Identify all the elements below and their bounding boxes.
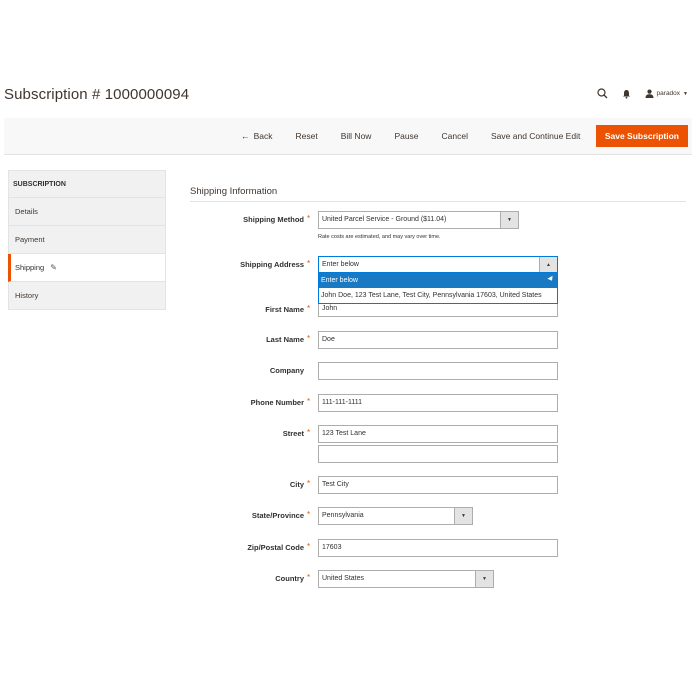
sidebar-heading: SUBSCRIPTION [8,170,166,198]
street-row: Street * 123 Test Lane [190,425,690,443]
pause-button[interactable]: Pause [383,125,430,147]
state-label: State/Province [251,511,304,520]
required-marker: * [307,428,311,437]
required-marker: * [307,510,311,519]
header-tools: paradox ▼ [596,88,688,99]
sidebar-item-history[interactable]: History [8,282,166,310]
required-marker: * [307,304,311,313]
save-subscription-button[interactable]: Save Subscription [595,125,688,147]
user-icon [645,89,654,98]
company-label: Company [269,366,304,375]
sidebar-item-label: Details [15,207,38,216]
shipping-method-value: United Parcel Service - Ground ($11.04) [322,216,447,223]
back-button[interactable]: ← Back [230,125,284,147]
shipping-method-note: Rate costs are estimated, and may vary o… [318,234,441,240]
zip-row: Zip/Postal Code * 17603 [190,539,690,557]
city-row: City * Test City [190,476,690,494]
required-marker: * [307,542,311,551]
chevron-down-icon: ▼ [454,508,472,524]
user-name: paradox [656,90,681,97]
arrow-left-icon: ← [241,131,250,141]
shipping-method-label: Shipping Method [243,215,304,224]
state-select[interactable]: Pennsylvania ▼ [318,507,473,525]
phone-row: Phone Number * 111-111-1111 [190,394,690,412]
phone-label: Phone Number [250,398,304,407]
country-value: United States [322,575,365,582]
company-row: Company [190,362,690,380]
dropdown-option-enter-below[interactable]: Enter below [319,273,557,288]
search-icon[interactable] [596,88,608,99]
shipping-address-label: Shipping Address [240,260,304,269]
city-input[interactable]: Test City [318,476,558,494]
zip-input[interactable]: 17603 [318,539,558,557]
shipping-method-row: Shipping Method * United Parcel Service … [190,211,690,229]
required-marker: * [307,479,311,488]
required-marker: * [307,214,311,223]
city-label: City [289,480,304,489]
chevron-down-icon: ▼ [683,90,688,97]
street-row-2 [190,445,690,463]
zip-value: 17603 [322,544,342,551]
first-name-value: John [322,305,338,312]
first-name-label: First Name [265,305,304,314]
chevron-down-icon: ▼ [475,571,493,587]
section-divider [190,201,686,202]
country-label: Country [275,574,304,583]
phone-input[interactable]: 111-111-1111 [318,394,558,412]
street-label: Street [282,429,304,438]
shipping-method-select[interactable]: United Parcel Service - Ground ($11.04) … [318,211,519,229]
chevron-down-icon: ▼ [500,212,518,228]
required-marker: * [307,397,311,406]
page-title: Subscription # 1000000094 [4,86,190,103]
pencil-icon: ✎ [50,263,57,272]
required-marker: * [307,573,311,582]
last-name-value: Doe [322,336,335,343]
last-name-label: Last Name [266,335,304,344]
sidebar-item-label: Shipping [15,263,45,272]
option-label: Enter below [321,277,358,284]
save-continue-button[interactable]: Save and Continue Edit [480,125,592,147]
country-row: Country * United States ▼ [190,570,690,588]
cancel-button[interactable]: Cancel [430,125,479,147]
street-input-line1[interactable]: 123 Test Lane [318,425,558,443]
reset-button[interactable]: Reset [284,125,329,147]
page-actions-bar: ← Back Reset Bill Now Pause Cancel Save a… [4,118,692,155]
shipping-address-dropdown: Enter below John Doe, 123 Test Lane, Tes… [318,272,558,304]
mouse-cursor-icon [547,275,555,283]
phone-value: 111-111-1111 [322,399,362,406]
required-marker: * [307,259,311,268]
sidebar-item-label: History [15,291,39,300]
account-menu[interactable]: paradox ▼ [645,89,688,98]
last-name-row: Last Name * Doe [190,331,690,349]
state-value: Pennsylvania [322,512,364,519]
required-marker: * [307,334,311,343]
dropdown-option-address[interactable]: John Doe, 123 Test Lane, Test City, Penn… [319,288,557,303]
chevron-up-icon: ▲ [539,257,557,273]
back-label: Back [253,131,273,141]
subscription-tabs: SUBSCRIPTION Details Payment Shipping ✎ H… [8,170,166,310]
sidebar-item-details[interactable]: Details [8,198,166,226]
shipping-address-value: Enter below [322,261,359,268]
country-select[interactable]: United States ▼ [318,570,494,588]
company-input[interactable] [318,362,558,380]
sidebar-item-shipping[interactable]: Shipping ✎ [8,254,166,282]
last-name-input[interactable]: Doe [318,331,558,349]
street-input-line2[interactable] [318,445,558,463]
street-value: 123 Test Lane [322,430,366,437]
bill-now-button[interactable]: Bill Now [329,125,383,147]
bell-icon[interactable] [622,89,631,99]
option-label: John Doe, 123 Test Lane, Test City, Penn… [321,292,542,299]
section-title: Shipping Information [190,186,278,197]
sidebar-item-label: Payment [15,235,45,244]
sidebar-item-payment[interactable]: Payment [8,226,166,254]
state-row: State/Province * Pennsylvania ▼ [190,507,690,525]
zip-label: Zip/Postal Code [247,543,304,552]
city-value: Test City [322,481,349,488]
